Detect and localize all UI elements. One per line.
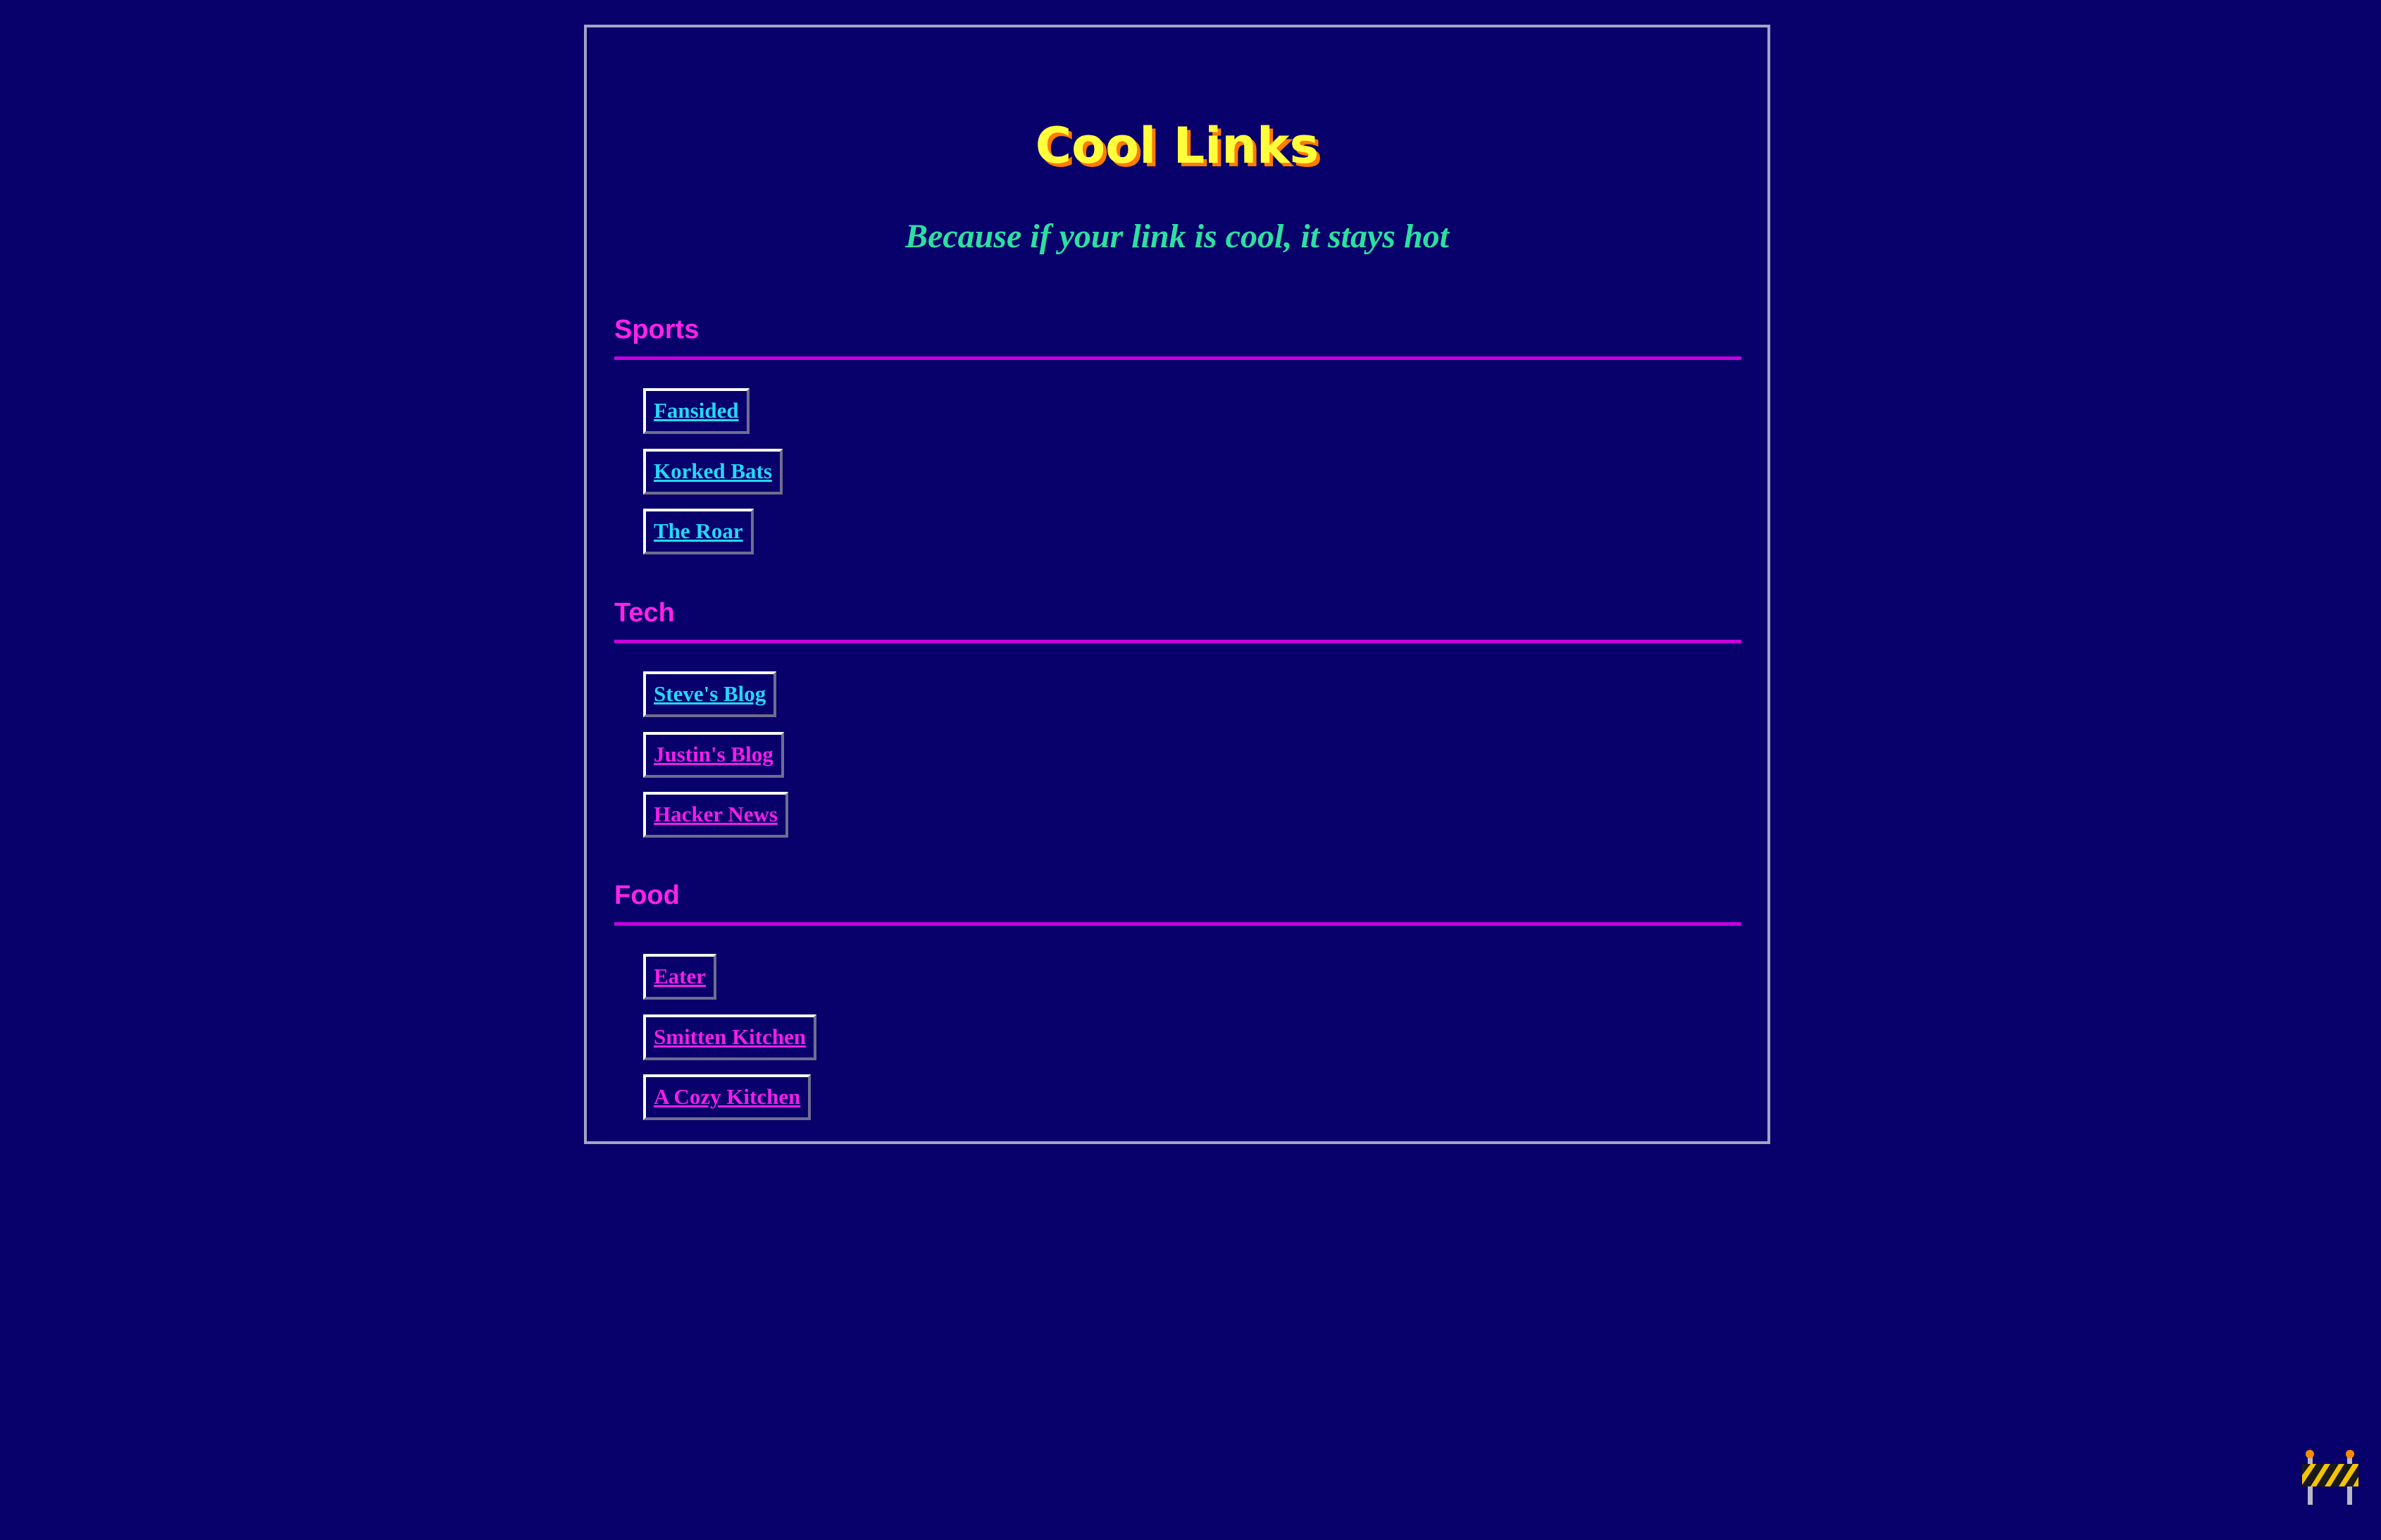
section-tech: Tech Steve's Blog Justin's Blog Hacker N…: [614, 592, 1741, 838]
link-the-roar[interactable]: The Roar: [654, 518, 743, 543]
list-item: The Roar: [643, 509, 754, 554]
link-steves-blog[interactable]: Steve's Blog: [654, 681, 766, 706]
page-title: Cool Links: [1035, 117, 1319, 175]
link-justins-blog[interactable]: Justin's Blog: [654, 742, 773, 766]
list-item: A Cozy Kitchen: [643, 1074, 812, 1120]
link-hacker-news[interactable]: Hacker News: [654, 802, 778, 826]
page-subtitle: Because if your link is cool, it stays h…: [904, 218, 1450, 255]
section-heading: Tech: [614, 592, 1741, 643]
link-a-cozy-kitchen[interactable]: A Cozy Kitchen: [654, 1084, 800, 1109]
links-panel: Cool Links Because if your link is cool,…: [584, 25, 1770, 1144]
section-sports: Sports Fansided Korked Bats The Roar: [614, 309, 1741, 554]
list-item: Korked Bats: [643, 449, 783, 495]
list-item: Justin's Blog: [643, 732, 784, 778]
list-item: Eater: [643, 954, 717, 1000]
construction-barrier-icon: [2301, 1447, 2360, 1506]
link-smitten-kitchen[interactable]: Smitten Kitchen: [654, 1024, 806, 1049]
list-item: Hacker News: [643, 792, 788, 838]
link-korked-bats[interactable]: Korked Bats: [654, 459, 772, 483]
list-item: Steve's Blog: [643, 671, 777, 717]
list-item: Smitten Kitchen: [643, 1014, 817, 1060]
list-item: Fansided: [643, 388, 750, 434]
link-eater[interactable]: Eater: [654, 964, 706, 988]
section-heading: Sports: [614, 309, 1741, 360]
section-food: Food Eater Smitten Kitchen A Cozy Kitche…: [614, 875, 1741, 1120]
link-fansided[interactable]: Fansided: [654, 398, 739, 423]
section-heading: Food: [614, 875, 1741, 926]
